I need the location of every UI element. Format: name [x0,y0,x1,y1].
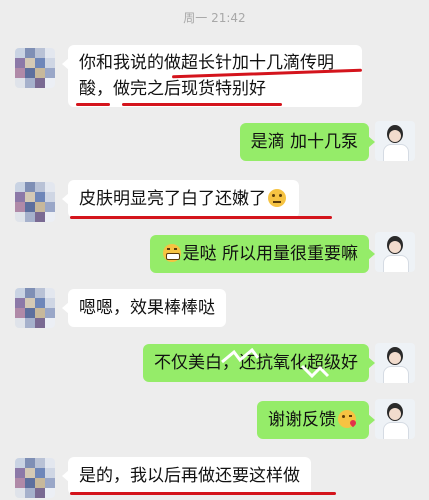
message-row-1: 你和我说的做超长针加十几滴传明 酸，做完之后现货特别好 [0,41,429,121]
avatar-mosaic [15,288,55,328]
avatar-mosaic [15,48,55,88]
my-avatar[interactable] [375,343,415,383]
my-avatar[interactable] [375,399,415,439]
avatar-photo-face [389,241,401,253]
message-bubble-outgoing[interactable]: 是哒 所以用量很重要嘛 [149,235,376,273]
white-scribble-mark [300,364,330,379]
message-bubble-incoming[interactable]: 是的，我以后再做还要这样做 [62,457,311,495]
thinking-face-icon [268,189,286,207]
contact-avatar[interactable] [15,288,55,328]
avatar-photo-face [389,130,401,142]
message-row-3: 皮肤明显亮了白了还嫩了 [0,176,429,226]
red-underline-annotation [70,492,336,495]
message-row-2: 是滴 加十几泵 [0,118,429,168]
kiss-face-icon [338,410,358,428]
message-text: 皮肤明显亮了白了还嫩了 [79,189,266,209]
message-text: 是哒 所以用量很重要嘛 [182,244,358,264]
message-row-4: 是哒 所以用量很重要嘛 [0,230,429,280]
message-bubble-incoming[interactable]: 嗯嗯，效果棒棒哒 [62,289,226,327]
message-row-8: 是的，我以后再做还要这样做 [0,452,429,500]
message-line-2: 酸，做完之后现货特别好 [79,79,266,99]
avatar-photo-face [389,352,401,364]
avatar-photo-body [383,255,409,272]
avatar-mosaic [15,458,55,498]
chat-timestamp: 周一 21:42 [183,11,246,25]
my-avatar[interactable] [375,121,415,161]
my-avatar[interactable] [375,232,415,272]
contact-avatar[interactable] [15,48,55,88]
white-scribble-mark [221,348,260,364]
avatar-photo-body [383,144,409,161]
message-bubble-outgoing[interactable]: 是滴 加十几泵 [239,123,376,161]
avatar-photo-body [383,366,409,383]
avatar-photo-face [389,408,401,420]
message-bubble-outgoing[interactable]: 谢谢反馈 [257,401,375,439]
message-row-5: 嗯嗯，效果棒棒哒 [0,284,429,334]
red-underline-annotation [122,103,282,106]
contact-avatar[interactable] [15,182,55,222]
message-bubble-incoming[interactable]: 皮肤明显亮了白了还嫩了 [62,180,299,218]
message-row-6: 不仅美白，还抗氧化超级好 [0,340,429,390]
contact-avatar[interactable] [15,458,55,498]
red-underline-annotation [76,103,110,106]
grin-face-icon [162,244,181,262]
message-text: 谢谢反馈 [268,410,336,430]
avatar-photo-body [383,422,409,439]
avatar-mosaic [15,182,55,222]
red-underline-annotation [70,216,332,219]
message-row-7: 谢谢反馈 [0,396,429,446]
